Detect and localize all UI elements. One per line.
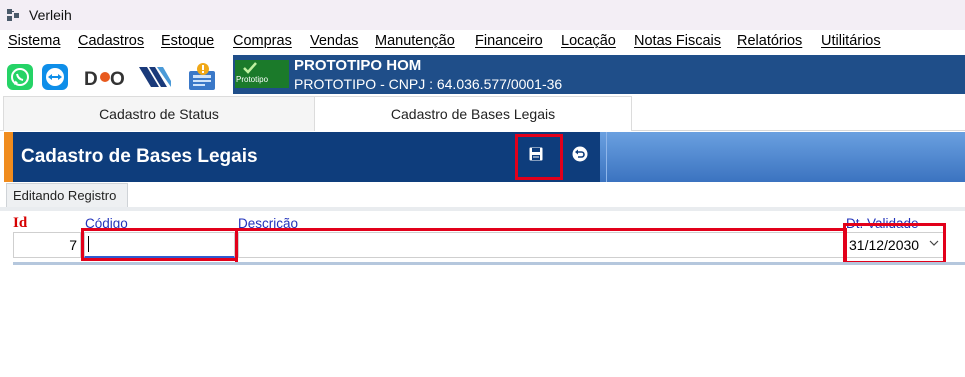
teamviewer-icon[interactable] <box>41 63 69 91</box>
whatsapp-icon[interactable] <box>6 63 34 91</box>
title-bar <box>0 0 965 30</box>
menu-utilitarios[interactable]: Utilitários <box>821 33 881 49</box>
company-logo-text: Prototipo <box>236 75 269 84</box>
company-name: PROTOTIPO HOM <box>294 57 422 74</box>
highlight-codigo <box>81 228 238 261</box>
menu-sistema[interactable]: Sistema <box>8 33 60 49</box>
menu-vendas[interactable]: Vendas <box>310 33 358 49</box>
company-cnpj: PROTOTIPO - CNPJ : 64.036.577/0001-36 <box>294 76 563 92</box>
menu-cadastros[interactable]: Cadastros <box>78 33 144 49</box>
highlight-descricao <box>235 228 847 265</box>
menu-estoque[interactable]: Estoque <box>161 33 214 49</box>
news-alert-icon[interactable] <box>187 63 219 91</box>
tab-cadastro-status[interactable]: Cadastro de Status <box>3 96 315 131</box>
highlight-save-button <box>515 134 563 180</box>
menu-relatorios[interactable]: Relatórios <box>737 33 802 49</box>
menu-manutencao[interactable]: Manutenção <box>375 33 455 49</box>
menu-financeiro[interactable]: Financeiro <box>475 33 543 49</box>
window-title: Verleih <box>29 7 72 23</box>
undo-icon <box>572 146 588 162</box>
dso-logo-icon[interactable]: D O <box>83 63 127 91</box>
back-button[interactable] <box>566 140 594 168</box>
form-header-gradient <box>600 132 965 182</box>
highlight-validade <box>843 223 946 264</box>
svg-text:O: O <box>110 69 125 90</box>
editing-record-tab[interactable]: Editando Registro <box>6 183 128 207</box>
tab-cadastro-bases-legais[interactable]: Cadastro de Bases Legais <box>314 96 632 131</box>
menu-compras[interactable]: Compras <box>233 33 292 49</box>
svg-text:D: D <box>84 69 98 90</box>
check-icon <box>243 62 257 74</box>
edit-strip <box>0 207 965 211</box>
id-label: Id <box>13 215 28 231</box>
id-field: 7 <box>13 232 81 258</box>
grid-separator <box>13 262 965 265</box>
stripes-logo-icon[interactable] <box>137 63 173 91</box>
form-title: Cadastro de Bases Legais <box>21 146 258 167</box>
app-icon <box>7 9 19 21</box>
menu-notas-fiscais[interactable]: Notas Fiscais <box>634 33 721 49</box>
menu-locacao[interactable]: Locação <box>561 33 616 49</box>
header-divider <box>606 132 607 182</box>
header-accent-bar <box>4 132 13 182</box>
